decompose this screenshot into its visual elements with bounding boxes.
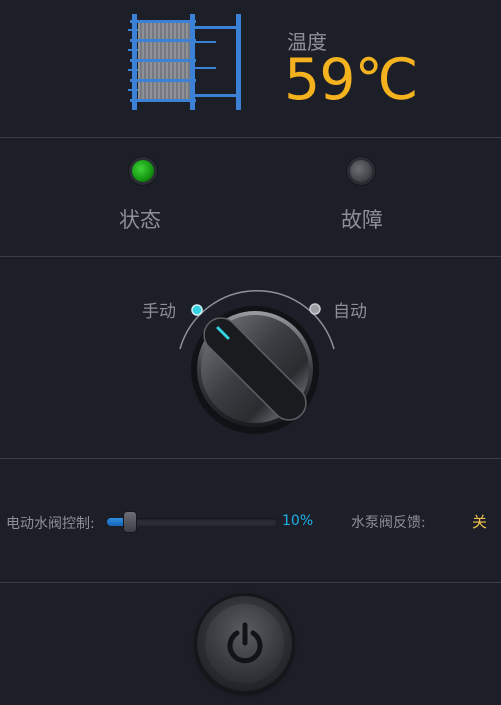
pump-feedback-value: 关 [472,513,488,531]
fault-indicator-light [350,160,372,182]
manual-marker-dot [191,304,203,316]
power-button-face [205,604,284,683]
valve-control-label: 电动水阀控制: [6,516,95,532]
mode-knob-hitarea[interactable] [195,309,315,431]
status-panel: 状态 故障 [0,138,501,256]
power-panel [0,583,501,705]
temperature-panel: 温度 59℃ [0,0,501,137]
manual-mode-label[interactable]: 手动 [142,297,176,322]
valve-control-panel: 电动水阀控制: 10% 水泵阀反馈: 关 [0,459,501,582]
status-label: 状态 [119,208,161,232]
heat-exchanger-icon [128,14,241,110]
valve-slider-thumb[interactable] [124,512,136,532]
pump-feedback-label: 水泵阀反馈: [351,515,426,531]
temperature-value: 59℃ [284,47,419,113]
power-button[interactable] [197,596,292,691]
mode-switch-panel: 手动 自动 [0,257,501,458]
valve-slider[interactable] [107,512,277,532]
auto-marker-dot [309,303,321,315]
valve-percent-value: 10% [282,513,314,529]
status-indicator-light [132,160,154,182]
auto-mode-label[interactable]: 自动 [333,297,367,322]
power-icon [227,622,263,664]
fault-label: 故障 [341,208,383,232]
